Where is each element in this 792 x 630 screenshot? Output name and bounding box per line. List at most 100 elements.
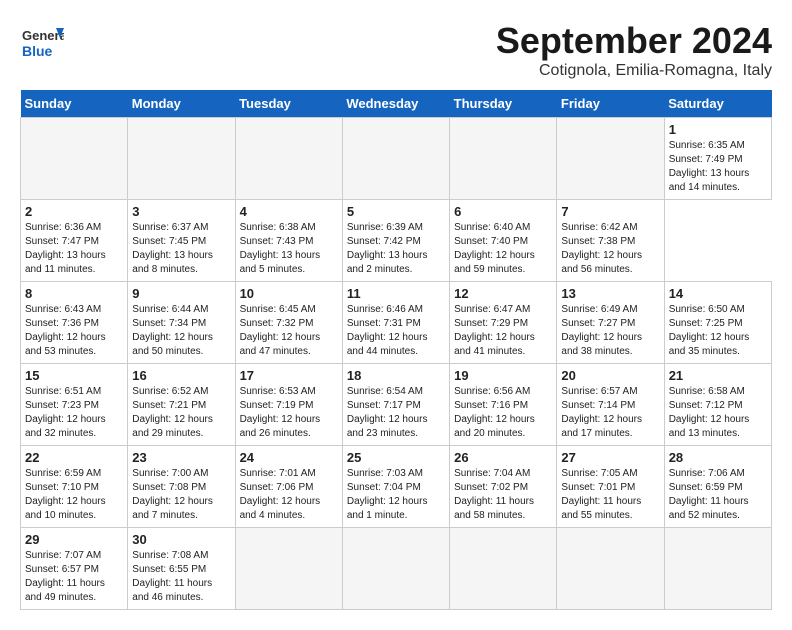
day-number: 5 [347,204,445,219]
calendar-week-2: 8 Sunrise: 6:43 AMSunset: 7:36 PMDayligh… [21,282,772,364]
calendar-day-13: 13 Sunrise: 6:49 AMSunset: 7:27 PMDaylig… [557,282,664,364]
day-info: Sunrise: 6:39 AMSunset: 7:42 PMDaylight:… [347,221,445,277]
empty-cell [557,118,664,200]
weekday-header-monday: Monday [128,90,235,118]
calendar-day-22: 22 Sunrise: 6:59 AMSunset: 7:10 PMDaylig… [21,446,128,528]
logo: General Blue [20,20,64,64]
day-number: 2 [25,204,123,219]
day-number: 8 [25,286,123,301]
day-number: 6 [454,204,552,219]
day-number: 23 [132,450,230,465]
empty-cell [235,118,342,200]
day-info: Sunrise: 6:59 AMSunset: 7:10 PMDaylight:… [25,467,123,523]
calendar-day-11: 11 Sunrise: 6:46 AMSunset: 7:31 PMDaylig… [342,282,449,364]
calendar-day-24: 24 Sunrise: 7:01 AMSunset: 7:06 PMDaylig… [235,446,342,528]
calendar-day-26: 26 Sunrise: 7:04 AMSunset: 7:02 PMDaylig… [450,446,557,528]
calendar-day-15: 15 Sunrise: 6:51 AMSunset: 7:23 PMDaylig… [21,364,128,446]
calendar-day-3: 3 Sunrise: 6:37 AMSunset: 7:45 PMDayligh… [128,200,235,282]
day-info: Sunrise: 7:00 AMSunset: 7:08 PMDaylight:… [132,467,230,523]
calendar-day-29: 29 Sunrise: 7:07 AMSunset: 6:57 PMDaylig… [21,528,128,610]
day-info: Sunrise: 6:40 AMSunset: 7:40 PMDaylight:… [454,221,552,277]
calendar-day-20: 20 Sunrise: 6:57 AMSunset: 7:14 PMDaylig… [557,364,664,446]
calendar-day-21: 21 Sunrise: 6:58 AMSunset: 7:12 PMDaylig… [664,364,771,446]
day-number: 13 [561,286,659,301]
day-info: Sunrise: 6:53 AMSunset: 7:19 PMDaylight:… [240,385,338,441]
calendar-day-17: 17 Sunrise: 6:53 AMSunset: 7:19 PMDaylig… [235,364,342,446]
day-info: Sunrise: 6:45 AMSunset: 7:32 PMDaylight:… [240,303,338,359]
day-number: 4 [240,204,338,219]
day-info: Sunrise: 7:07 AMSunset: 6:57 PMDaylight:… [25,549,123,605]
day-number: 11 [347,286,445,301]
day-number: 20 [561,368,659,383]
calendar-day-4: 4 Sunrise: 6:38 AMSunset: 7:43 PMDayligh… [235,200,342,282]
location-title: Cotignola, Emilia-Romagna, Italy [496,62,772,80]
day-info: Sunrise: 6:38 AMSunset: 7:43 PMDaylight:… [240,221,338,277]
calendar-day-10: 10 Sunrise: 6:45 AMSunset: 7:32 PMDaylig… [235,282,342,364]
calendar-day-12: 12 Sunrise: 6:47 AMSunset: 7:29 PMDaylig… [450,282,557,364]
day-number: 19 [454,368,552,383]
empty-cell [342,118,449,200]
calendar-week-5: 29 Sunrise: 7:07 AMSunset: 6:57 PMDaylig… [21,528,772,610]
weekday-header-tuesday: Tuesday [235,90,342,118]
month-title: September 2024 [496,20,772,62]
day-number: 27 [561,450,659,465]
calendar-day-30: 30 Sunrise: 7:08 AMSunset: 6:55 PMDaylig… [128,528,235,610]
calendar-day-7: 7 Sunrise: 6:42 AMSunset: 7:38 PMDayligh… [557,200,664,282]
calendar-day-2: 2 Sunrise: 6:36 AMSunset: 7:47 PMDayligh… [21,200,128,282]
calendar-day-19: 19 Sunrise: 6:56 AMSunset: 7:16 PMDaylig… [450,364,557,446]
svg-text:Blue: Blue [22,43,53,59]
day-info: Sunrise: 6:35 AMSunset: 7:49 PMDaylight:… [669,139,767,195]
day-info: Sunrise: 6:46 AMSunset: 7:31 PMDaylight:… [347,303,445,359]
calendar-day-23: 23 Sunrise: 7:00 AMSunset: 7:08 PMDaylig… [128,446,235,528]
day-number: 18 [347,368,445,383]
calendar-week-1: 2 Sunrise: 6:36 AMSunset: 7:47 PMDayligh… [21,200,772,282]
calendar-day-28: 28 Sunrise: 7:06 AMSunset: 6:59 PMDaylig… [664,446,771,528]
day-info: Sunrise: 6:43 AMSunset: 7:36 PMDaylight:… [25,303,123,359]
day-info: Sunrise: 6:44 AMSunset: 7:34 PMDaylight:… [132,303,230,359]
day-number: 16 [132,368,230,383]
day-number: 22 [25,450,123,465]
day-number: 29 [25,532,123,547]
day-number: 17 [240,368,338,383]
calendar-table: SundayMondayTuesdayWednesdayThursdayFrid… [20,90,772,610]
empty-cell [342,528,449,610]
day-number: 7 [561,204,659,219]
day-number: 15 [25,368,123,383]
day-number: 1 [669,122,767,137]
day-info: Sunrise: 7:08 AMSunset: 6:55 PMDaylight:… [132,549,230,605]
day-info: Sunrise: 6:58 AMSunset: 7:12 PMDaylight:… [669,385,767,441]
weekday-header-thursday: Thursday [450,90,557,118]
empty-cell [450,118,557,200]
day-number: 30 [132,532,230,547]
day-info: Sunrise: 6:36 AMSunset: 7:47 PMDaylight:… [25,221,123,277]
day-info: Sunrise: 7:04 AMSunset: 7:02 PMDaylight:… [454,467,552,523]
day-info: Sunrise: 7:01 AMSunset: 7:06 PMDaylight:… [240,467,338,523]
calendar-day-16: 16 Sunrise: 6:52 AMSunset: 7:21 PMDaylig… [128,364,235,446]
day-info: Sunrise: 6:49 AMSunset: 7:27 PMDaylight:… [561,303,659,359]
day-number: 12 [454,286,552,301]
day-number: 26 [454,450,552,465]
weekday-header-sunday: Sunday [21,90,128,118]
calendar-day-5: 5 Sunrise: 6:39 AMSunset: 7:42 PMDayligh… [342,200,449,282]
page-header: General Blue September 2024 Cotignola, E… [20,20,772,80]
day-info: Sunrise: 6:52 AMSunset: 7:21 PMDaylight:… [132,385,230,441]
day-number: 25 [347,450,445,465]
empty-cell [557,528,664,610]
day-number: 28 [669,450,767,465]
empty-cell [664,528,771,610]
day-info: Sunrise: 7:05 AMSunset: 7:01 PMDaylight:… [561,467,659,523]
day-info: Sunrise: 6:51 AMSunset: 7:23 PMDaylight:… [25,385,123,441]
weekday-header-wednesday: Wednesday [342,90,449,118]
empty-cell [450,528,557,610]
day-info: Sunrise: 6:56 AMSunset: 7:16 PMDaylight:… [454,385,552,441]
calendar-day-18: 18 Sunrise: 6:54 AMSunset: 7:17 PMDaylig… [342,364,449,446]
day-info: Sunrise: 6:37 AMSunset: 7:45 PMDaylight:… [132,221,230,277]
day-info: Sunrise: 6:54 AMSunset: 7:17 PMDaylight:… [347,385,445,441]
day-number: 10 [240,286,338,301]
day-number: 14 [669,286,767,301]
day-info: Sunrise: 6:50 AMSunset: 7:25 PMDaylight:… [669,303,767,359]
weekday-header-friday: Friday [557,90,664,118]
calendar-day-1: 1 Sunrise: 6:35 AMSunset: 7:49 PMDayligh… [664,118,771,200]
calendar-day-25: 25 Sunrise: 7:03 AMSunset: 7:04 PMDaylig… [342,446,449,528]
calendar-week-0: 1 Sunrise: 6:35 AMSunset: 7:49 PMDayligh… [21,118,772,200]
